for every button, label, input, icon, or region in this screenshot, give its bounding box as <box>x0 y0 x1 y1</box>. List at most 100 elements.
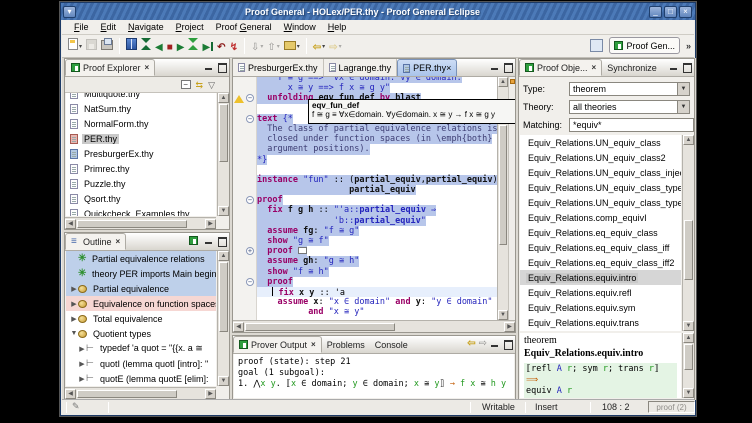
theorem-list-scrollbar[interactable]: ▲ ▼ <box>682 135 694 331</box>
titlebar[interactable]: ▾ Proof General - HOLex/PER.thy - Proof … <box>61 3 695 20</box>
interrupt-button[interactable]: ■ <box>165 37 175 56</box>
maximize-view-icon[interactable] <box>502 339 513 349</box>
close-icon[interactable]: × <box>311 340 316 349</box>
next-annotation-button[interactable]: ⇩▾ <box>249 37 265 56</box>
minimize-view-icon[interactable] <box>203 236 214 246</box>
maximize-icon[interactable]: □ <box>664 6 677 18</box>
editor-tab-presburgerex-thy[interactable]: PresburgerEx.thy <box>233 59 324 76</box>
close-icon[interactable]: × <box>446 63 451 73</box>
theorem-list-item[interactable]: Equiv_Relations.UN_equiv_class2 <box>520 150 681 165</box>
code-line[interactable]: fix x y :: 'a <box>257 287 497 297</box>
theorem-list-item[interactable]: Equiv_Relations.eq_equiv_class_iff <box>520 240 681 255</box>
close-icon[interactable]: × <box>116 237 121 246</box>
expand-arrow-icon[interactable]: ▶ <box>70 300 78 308</box>
code-line[interactable]: x ≅ y ==> f x ≅ g y" <box>257 83 497 93</box>
next-step-button[interactable]: ▶ <box>175 37 187 56</box>
expand-arrow-icon[interactable]: ▶ <box>70 285 78 293</box>
expand-arrow-icon[interactable]: ▶ <box>78 375 86 383</box>
outline-vertical-scrollbar[interactable]: ▲ ▼ <box>217 251 229 386</box>
theorem-list-item[interactable]: Equiv_Relations.equiv.sym <box>520 300 681 315</box>
outline-item-partial-equivalence[interactable]: ▶Partial equivalence <box>66 281 216 296</box>
expand-arrow-icon[interactable]: ▶ <box>78 345 86 353</box>
link-with-editor-icon[interactable]: ⇆ <box>196 80 204 90</box>
tab-console[interactable]: Console <box>370 336 413 353</box>
close-icon[interactable]: × <box>145 63 150 72</box>
minimize-view-icon[interactable] <box>489 339 500 349</box>
type-combo[interactable]: theorem ▼ <box>569 82 690 96</box>
collapse-fold-icon[interactable]: − <box>246 115 254 123</box>
window-menu-icon[interactable]: ▾ <box>63 6 76 18</box>
code-line[interactable]: instance "fun" :: (partial_equiv,partial… <box>257 175 497 185</box>
previous-annotation-button[interactable]: ⇧▾ <box>265 37 281 56</box>
menu-edit[interactable]: Edit <box>95 21 123 33</box>
code-line[interactable]: show "f ≅ h" <box>257 267 497 277</box>
menu-help[interactable]: Help <box>322 21 353 33</box>
maximize-editor-icon[interactable] <box>502 62 513 72</box>
save-button[interactable] <box>84 37 99 56</box>
minimize-view-icon[interactable] <box>668 62 679 72</box>
tab-synchronize[interactable]: Synchronize <box>602 59 662 76</box>
code-line[interactable]: closed under function spaces (in \emph{b… <box>257 134 497 144</box>
back-button[interactable]: ⇦▾ <box>311 37 327 56</box>
tab-outline[interactable]: ≡ Outline × <box>65 233 126 250</box>
expand-arrow-icon[interactable]: ▶ <box>78 360 86 368</box>
file-item-primrec-thy[interactable]: Primrec.thy <box>66 161 216 176</box>
annotation-ruler[interactable]: −−−+− <box>233 77 257 322</box>
theorem-list-item[interactable]: Equiv_Relations.UN_equiv_class_type <box>520 195 681 210</box>
next-message-icon[interactable]: ⇨ <box>479 339 487 349</box>
annotation-marker[interactable] <box>510 79 515 84</box>
file-item-presburgerex-thy[interactable]: PresburgerEx.thy <box>66 146 216 161</box>
outline-item-quote-lemma-quote-elim[interactable]: ▶⊢quotE (lemma quotE [elim]: <box>66 371 216 386</box>
code-line[interactable]: show "g ≅ f" <box>257 236 497 246</box>
theory-combo[interactable]: all theories ▼ <box>569 100 690 114</box>
code-line[interactable]: partial_equiv <box>257 185 497 195</box>
theorem-list-item[interactable]: Equiv_Relations.eq_equiv_class <box>520 225 681 240</box>
collapse-fold-icon[interactable]: − <box>246 94 254 102</box>
code-line[interactable]: proof <box>257 195 497 205</box>
warning-icon[interactable] <box>234 95 244 103</box>
explorer-vertical-scrollbar[interactable]: ▲ ▼ <box>217 93 229 216</box>
tab-proof-explorer[interactable]: Proof Explorer × <box>65 59 155 76</box>
theorem-list-item[interactable]: Equiv_Relations.UN_equiv_class_type <box>520 180 681 195</box>
retract-script-button[interactable]: ↶ <box>215 37 227 56</box>
file-item-puzzle-thy[interactable]: Puzzle.thy <box>66 176 216 191</box>
outline-item-total-equivalence[interactable]: ▶Total equivalence <box>66 311 216 326</box>
menu-proof-general[interactable]: Proof General <box>210 21 278 33</box>
tab-prover-output[interactable]: Prover Output× <box>233 336 322 353</box>
outline-horizontal-scrollbar[interactable]: ◀ ▶ <box>65 387 216 399</box>
theorem-list-item[interactable]: Equiv_Relations.equiv.trans <box>520 315 681 330</box>
forward-button[interactable]: ⇨▾ <box>327 37 343 56</box>
code-line[interactable]: assume fg: "f ≅ g" <box>257 226 497 236</box>
chevron-down-icon[interactable]: ▼ <box>677 101 689 113</box>
maximize-view-icon[interactable] <box>681 62 692 72</box>
code-line[interactable]: and "x ≅ y" <box>257 307 497 317</box>
collapse-fold-icon[interactable]: − <box>246 278 254 286</box>
code-line[interactable]: *} <box>257 155 497 165</box>
matching-input[interactable] <box>569 118 694 132</box>
minimize-editor-icon[interactable] <box>489 62 500 72</box>
code-line[interactable]: argument positions). <box>257 144 497 154</box>
tab-proof-obje[interactable]: Proof Obje...× <box>519 59 602 76</box>
restart-prover-button[interactable]: ↯ <box>228 37 240 56</box>
theorem-list-item[interactable]: Equiv_Relations.equiv.refl <box>520 285 681 300</box>
menu-file[interactable]: File <box>68 21 95 33</box>
view-menu-icon[interactable]: ▽ <box>208 80 215 90</box>
menu-navigate[interactable]: Navigate <box>122 21 170 33</box>
menu-window[interactable]: Window <box>278 21 322 33</box>
outline-item-typedef-a-quot-x-a[interactable]: ▶⊢typedef 'a quot = "{{x. a ≅ <box>66 341 216 356</box>
collapse-all-icon[interactable]: − <box>181 80 191 89</box>
file-item-qsort-thy[interactable]: Qsort.thy <box>66 191 216 206</box>
close-icon[interactable]: × <box>679 6 692 18</box>
goto-point-button[interactable] <box>186 37 200 56</box>
chevron-down-icon[interactable]: ▼ <box>677 83 689 95</box>
last-edit-location-button[interactable]: ▾ <box>282 37 302 56</box>
code-line[interactable]: assume gh: "g ≅ h" <box>257 256 497 266</box>
open-perspective-icon[interactable] <box>590 39 603 52</box>
expand-arrow-icon[interactable]: ▼ <box>70 330 78 337</box>
maximize-view-icon[interactable] <box>216 236 227 246</box>
prover-busy-button[interactable] <box>139 37 153 56</box>
code-line[interactable] <box>257 165 497 175</box>
collapse-fold-icon[interactable]: − <box>246 196 254 204</box>
perspective-proof-general-button[interactable]: Proof Gen... <box>609 37 680 54</box>
prover-output-text[interactable]: proof (state): step 21goal (1 subgoal):1… <box>234 354 514 398</box>
